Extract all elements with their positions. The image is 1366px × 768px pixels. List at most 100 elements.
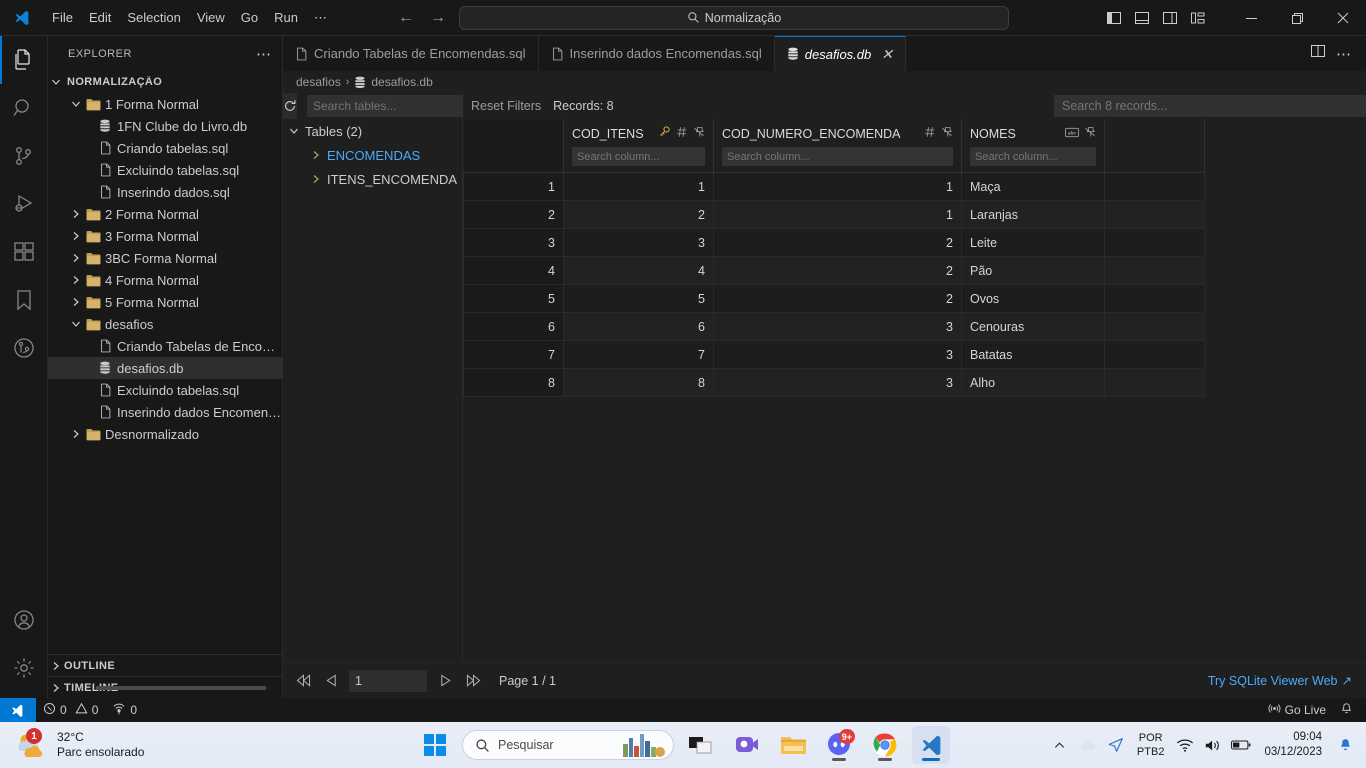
- first-page-button[interactable]: [293, 671, 313, 691]
- toggle-panel-icon[interactable]: [1130, 6, 1154, 30]
- table-item-encomendas[interactable]: ENCOMENDAS: [283, 143, 462, 167]
- menu-edit[interactable]: Edit: [81, 7, 119, 29]
- tree-folder-item[interactable]: Desnormalizado: [48, 423, 282, 445]
- editor-tab[interactable]: desafios.db ✕: [774, 36, 906, 71]
- cell-cod-itens[interactable]: 6: [563, 312, 714, 341]
- menu-view[interactable]: View: [189, 7, 233, 29]
- tab-close-icon[interactable]: ✕: [881, 47, 893, 61]
- cell-nomes[interactable]: Maça: [961, 172, 1105, 201]
- language-indicator[interactable]: POR PTB2: [1131, 731, 1171, 759]
- toggle-primary-sidebar-icon[interactable]: [1102, 6, 1126, 30]
- cell-cod-itens[interactable]: 8: [563, 368, 714, 397]
- try-sqlite-viewer-web-link[interactable]: Try SQLite Viewer Web ↗: [1208, 673, 1352, 689]
- pin-icon[interactable]: [941, 125, 953, 143]
- tree-folder-item[interactable]: 5 Forma Normal: [48, 291, 282, 313]
- taskbar-task-view[interactable]: [682, 726, 720, 764]
- last-page-button[interactable]: [463, 671, 483, 691]
- menu-run[interactable]: Run: [266, 7, 306, 29]
- table-row[interactable]: 8 8 3 Alho: [463, 368, 1205, 397]
- menu-file[interactable]: File: [44, 7, 81, 29]
- page-number-input[interactable]: [349, 669, 427, 692]
- table-row[interactable]: 3 3 2 Leite: [463, 228, 1205, 257]
- taskbar-file-explorer[interactable]: [774, 726, 812, 764]
- start-button[interactable]: [416, 726, 454, 764]
- notifications-button[interactable]: [1333, 698, 1360, 722]
- activity-extensions[interactable]: [0, 228, 48, 276]
- tree-file-item[interactable]: Criando tabelas.sql: [48, 137, 282, 159]
- cell-cod-itens[interactable]: 3: [563, 228, 714, 257]
- reset-filters-button[interactable]: Reset Filters: [463, 99, 549, 113]
- pin-icon[interactable]: [1084, 125, 1096, 143]
- tree-file-item[interactable]: Criando Tabelas de Encome...: [48, 335, 282, 357]
- table-row[interactable]: 2 2 1 Laranjas: [463, 200, 1205, 229]
- activity-git-graph[interactable]: [0, 324, 48, 372]
- taskbar-discord[interactable]: 9+: [820, 726, 858, 764]
- cell-cod-numero-encomenda[interactable]: 3: [713, 368, 962, 397]
- next-page-button[interactable]: [435, 671, 455, 691]
- battery-icon[interactable]: [1228, 725, 1254, 765]
- volume-icon[interactable]: [1200, 725, 1226, 765]
- activity-bookmarks[interactable]: [0, 276, 48, 324]
- taskbar-clock[interactable]: 09:04 03/12/2023: [1256, 730, 1330, 760]
- window-minimize-button[interactable]: [1228, 0, 1274, 36]
- editor-tab[interactable]: Criando Tabelas de Encomendas.sql: [283, 36, 539, 71]
- cell-nomes[interactable]: Laranjas: [961, 200, 1105, 229]
- taskbar-weather-widget[interactable]: 1 32°C Parc ensolarado: [0, 728, 144, 760]
- explorer-more-actions-icon[interactable]: ⋯: [256, 45, 272, 63]
- cell-nomes[interactable]: Alho: [961, 368, 1105, 397]
- cell-cod-numero-encomenda[interactable]: 2: [713, 256, 962, 285]
- tree-file-item[interactable]: Inserindo dados.sql: [48, 181, 282, 203]
- send-feedback-icon[interactable]: [1103, 725, 1129, 765]
- breadcrumb-folder[interactable]: desafios: [296, 75, 341, 89]
- cell-nomes[interactable]: Ovos: [961, 284, 1105, 313]
- cell-cod-numero-encomenda[interactable]: 3: [713, 312, 962, 341]
- activity-explorer[interactable]: [0, 36, 48, 84]
- window-close-button[interactable]: [1320, 0, 1366, 36]
- cell-cod-itens[interactable]: 2: [563, 200, 714, 229]
- notification-center-icon[interactable]: [1332, 725, 1358, 765]
- prev-page-button[interactable]: [321, 671, 341, 691]
- remote-window-button[interactable]: [0, 698, 36, 722]
- cell-cod-itens[interactable]: 4: [563, 256, 714, 285]
- tree-file-item[interactable]: desafios.db: [48, 357, 282, 379]
- wifi-icon[interactable]: [1172, 725, 1198, 765]
- cell-cod-itens[interactable]: 1: [563, 172, 714, 201]
- customize-layout-icon[interactable]: [1186, 6, 1210, 30]
- taskbar-search[interactable]: Pesquisar: [462, 730, 674, 760]
- search-tables-input[interactable]: [307, 95, 474, 117]
- taskbar-vscode[interactable]: [912, 726, 950, 764]
- cell-cod-itens[interactable]: 5: [563, 284, 714, 313]
- column-search-input[interactable]: [572, 147, 705, 166]
- more-actions-icon[interactable]: ⋯: [1336, 45, 1352, 63]
- table-row[interactable]: 1 1 1 Maça: [463, 172, 1205, 201]
- taskbar-teams[interactable]: [728, 726, 766, 764]
- toggle-secondary-sidebar-icon[interactable]: [1158, 6, 1182, 30]
- cell-cod-numero-encomenda[interactable]: 1: [713, 172, 962, 201]
- activity-source-control[interactable]: [0, 132, 48, 180]
- cell-cod-numero-encomenda[interactable]: 1: [713, 200, 962, 229]
- cell-cod-numero-encomenda[interactable]: 2: [713, 228, 962, 257]
- tree-file-item[interactable]: Excluindo tabelas.sql: [48, 379, 282, 401]
- sidebar-horizontal-scrollbar[interactable]: [96, 686, 266, 690]
- tree-file-item[interactable]: Inserindo dados Encomend...: [48, 401, 282, 423]
- column-search-input[interactable]: [970, 147, 1096, 166]
- tree-file-item[interactable]: Excluindo tabelas.sql: [48, 159, 282, 181]
- column-header-cod-numero-encomenda[interactable]: COD_NUMERO_ENCOMENDA: [713, 119, 962, 173]
- pin-icon[interactable]: [693, 125, 705, 143]
- cell-nomes[interactable]: Leite: [961, 228, 1105, 257]
- table-item-itens-encomenda[interactable]: ITENS_ENCOMENDA: [283, 167, 462, 191]
- outline-section[interactable]: OUTLINE: [48, 654, 282, 676]
- breadcrumb-file[interactable]: desafios.db: [371, 75, 432, 89]
- activity-search[interactable]: [0, 84, 48, 132]
- menu-selection[interactable]: Selection: [119, 7, 188, 29]
- menu-go[interactable]: Go: [233, 7, 266, 29]
- activity-settings[interactable]: [0, 644, 48, 692]
- column-header-nomes[interactable]: NOMES abc: [961, 119, 1105, 173]
- table-row[interactable]: 7 7 3 Batatas: [463, 340, 1205, 369]
- tree-folder-item[interactable]: 4 Forma Normal: [48, 269, 282, 291]
- key-icon[interactable]: [658, 125, 671, 143]
- tree-file-item[interactable]: 1FN Clube do Livro.db: [48, 115, 282, 137]
- go-back-icon[interactable]: ←: [397, 9, 415, 27]
- table-row[interactable]: 6 6 3 Cenouras: [463, 312, 1205, 341]
- taskbar-chrome[interactable]: [866, 726, 904, 764]
